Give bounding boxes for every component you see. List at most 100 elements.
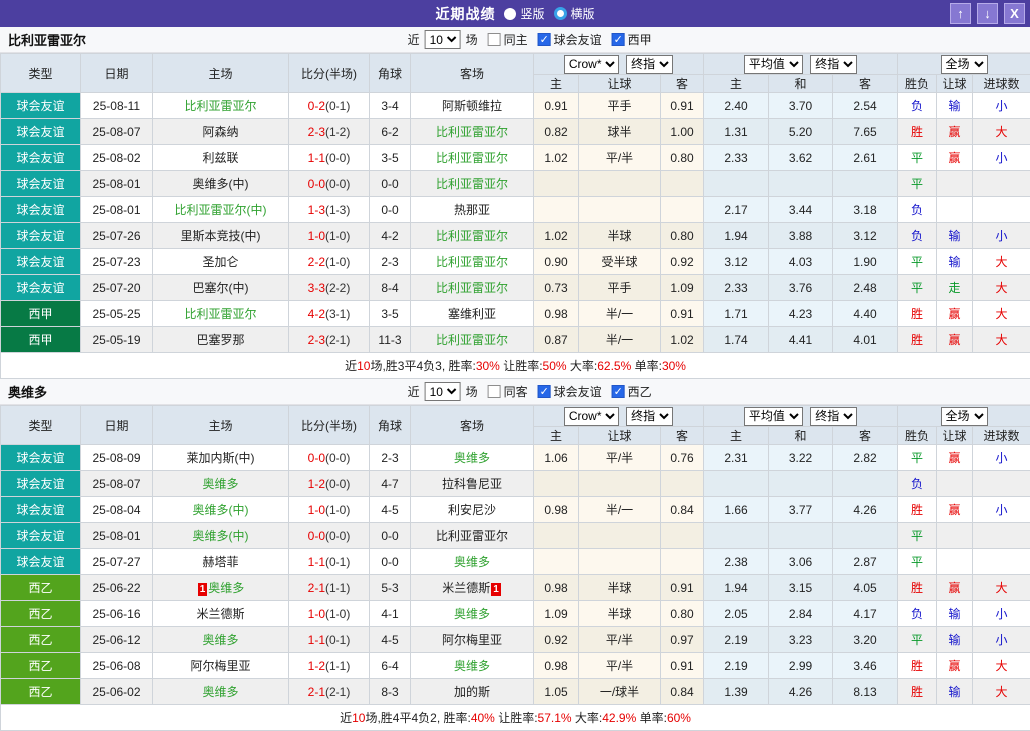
subcol-result: 胜负	[898, 75, 937, 93]
move-down-button[interactable]: ↓	[977, 3, 998, 24]
match-row: 球会友谊25-07-27赫塔菲1-1(0-1)0-0奥维多2.383.062.8…	[1, 549, 1030, 575]
score-cell: 2-1(1-1)	[289, 575, 370, 601]
subcol-avg-home: 主	[704, 427, 769, 445]
subcol-avg-draw: 和	[769, 427, 833, 445]
avg-home-odds: 1.71	[704, 301, 769, 327]
summary-segment: 场,胜4平4负2, 胜率:	[365, 711, 470, 725]
final-index-select[interactable]: 终指	[626, 407, 673, 426]
friendly-checkbox[interactable]	[538, 385, 551, 398]
match-count-select[interactable]: 10	[425, 382, 461, 401]
subcol-let-result: 让球	[937, 75, 973, 93]
close-button[interactable]: X	[1004, 3, 1025, 24]
avg-away-odds: 2.82	[833, 445, 898, 471]
match-row: 西乙25-06-08阿尔梅里亚1-2(1-1)6-4奥维多0.98平/半0.91…	[1, 653, 1030, 679]
friendly-checkbox[interactable]	[538, 33, 551, 46]
radio-icon[interactable]	[554, 7, 567, 20]
handicap-away-odds: 0.91	[661, 301, 704, 327]
layout-vertical-option[interactable]: 竖版	[504, 5, 544, 22]
same-venue-checkbox[interactable]	[488, 385, 501, 398]
result-cell: 胜	[898, 301, 937, 327]
handicap-away-odds: 0.91	[661, 93, 704, 119]
scope-select[interactable]: 全场	[941, 55, 988, 74]
avg-draw-odds: 4.23	[769, 301, 833, 327]
goals-result-cell: 大	[973, 301, 1030, 327]
red-rank-badge: 1	[491, 583, 501, 596]
handicap-home-odds: 1.06	[534, 445, 579, 471]
goals-result-cell: 小	[973, 497, 1030, 523]
handicap-line: 半/一	[579, 327, 661, 353]
layout-horizontal-option[interactable]: 横版	[554, 5, 595, 22]
avg-draw-odds: 3.62	[769, 145, 833, 171]
result-cell: 负	[898, 223, 937, 249]
summary-segment: 10	[357, 359, 370, 373]
away-team-cell: 比利亚雷亚尔	[411, 119, 534, 145]
average-select[interactable]: 平均值	[744, 55, 803, 74]
corner-score: 11-3	[370, 327, 411, 353]
fulltime-score: 0-0	[308, 529, 325, 543]
record-summary: 近10场,胜4平4负2, 胜率:40% 让胜率:57.1% 大率:42.9% 单…	[1, 705, 1030, 731]
fulltime-score: 1-1	[308, 633, 325, 647]
avg-draw-odds: 3.23	[769, 627, 833, 653]
league-checkbox[interactable]	[612, 385, 625, 398]
fulltime-score: 2-1	[308, 685, 325, 699]
league-type-badge: 球会友谊	[1, 197, 81, 223]
record-summary: 近10场,胜3平4负3, 胜率:30% 让胜率:50% 大率:62.5% 单率:…	[1, 353, 1030, 379]
match-row: 西甲25-05-25比利亚雷亚尔4-2(3-1)3-5塞维利亚0.98半/一0.…	[1, 301, 1030, 327]
radio-icon[interactable]	[504, 8, 516, 20]
avg-draw-odds: 3.15	[769, 575, 833, 601]
team-name: 奥维多	[0, 382, 47, 401]
corner-score: 4-5	[370, 627, 411, 653]
fulltime-score: 2-3	[308, 125, 325, 139]
bookmaker-select[interactable]: Crow*	[564, 407, 619, 426]
subcol-handicap-home: 主	[534, 75, 579, 93]
handicap-away-odds: 1.02	[661, 327, 704, 353]
subcol-handicap-home: 主	[534, 427, 579, 445]
team-name-text: 奥维多	[208, 581, 244, 595]
summary-segment: 62.5%	[597, 359, 631, 373]
handicap-home-odds: 1.02	[534, 223, 579, 249]
col-type: 类型	[1, 406, 81, 445]
score-cell: 2-3(2-1)	[289, 327, 370, 353]
final-index-select-2[interactable]: 终指	[810, 407, 857, 426]
league-label: 西乙	[628, 383, 652, 400]
scope-select[interactable]: 全场	[941, 407, 988, 426]
summary-segment: 10	[352, 711, 365, 725]
result-cell: 平	[898, 523, 937, 549]
result-cell: 平	[898, 249, 937, 275]
team-name-text: 奥维多	[454, 607, 490, 621]
match-date: 25-07-23	[81, 249, 153, 275]
away-team-cell: 热那亚	[411, 197, 534, 223]
team-section: 比利亚雷亚尔 近 10 场 同主 球会友谊 西甲 类型 日期 主场 比分(半场)…	[0, 27, 1030, 379]
bookmaker-select[interactable]: Crow*	[564, 55, 619, 74]
avg-away-odds	[833, 471, 898, 497]
match-date: 25-06-22	[81, 575, 153, 601]
league-type-badge: 球会友谊	[1, 497, 81, 523]
halftime-score: (0-0)	[325, 451, 350, 465]
handicap-dropdowns-cell: Crow* 终指	[534, 54, 704, 75]
average-select[interactable]: 平均值	[744, 407, 803, 426]
league-checkbox[interactable]	[612, 33, 625, 46]
match-count-select[interactable]: 10	[425, 30, 461, 49]
final-index-select[interactable]: 终指	[626, 55, 673, 74]
subcol-handicap-away: 客	[661, 427, 704, 445]
handicap-line	[579, 523, 661, 549]
home-team-cell: 比利亚雷亚尔	[153, 93, 289, 119]
same-venue-checkbox[interactable]	[488, 33, 501, 46]
halftime-score: (1-0)	[325, 229, 350, 243]
team-name-text: 塞维利亚	[448, 307, 496, 321]
away-team-cell: 比利亚雷亚尔	[411, 249, 534, 275]
goals-result-cell	[973, 471, 1030, 497]
handicap-line: 半/一	[579, 301, 661, 327]
team-name-text: 赫塔菲	[202, 555, 238, 569]
handicap-away-odds: 0.97	[661, 627, 704, 653]
move-up-button[interactable]: ↑	[950, 3, 971, 24]
handicap-away-odds: 0.92	[661, 249, 704, 275]
final-index-select-2[interactable]: 终指	[810, 55, 857, 74]
handicap-home-odds: 1.02	[534, 145, 579, 171]
score-cell: 4-2(3-1)	[289, 301, 370, 327]
away-team-cell: 拉科鲁尼亚	[411, 471, 534, 497]
avg-home-odds: 2.31	[704, 445, 769, 471]
scope-dropdown-cell: 全场	[898, 406, 1030, 427]
handicap-result-cell	[937, 171, 973, 197]
away-team-cell: 米兰德斯1	[411, 575, 534, 601]
